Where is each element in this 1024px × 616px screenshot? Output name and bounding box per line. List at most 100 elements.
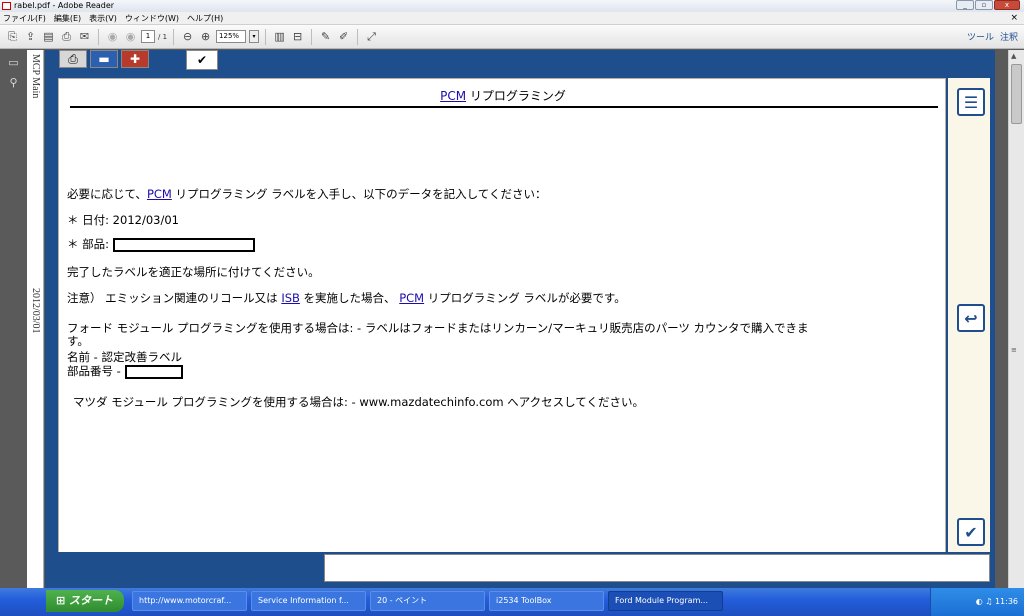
tab-checklist-icon[interactable]: ✔	[186, 50, 218, 70]
document-status-box	[324, 554, 990, 582]
save-icon[interactable]: ▤	[41, 29, 56, 44]
toolbar-divider	[265, 28, 267, 45]
menu-bar: ファイル(F) 編集(E) 表示(V) ウィンドウ(W) ヘルプ(H) ×	[0, 12, 1024, 25]
clock: 11:36	[994, 597, 1018, 606]
pages-panel-icon[interactable]: ▭	[6, 56, 22, 70]
minimize-button[interactable]: _	[956, 0, 974, 10]
zoom-dropdown-icon[interactable]: ▾	[249, 30, 260, 43]
scroll-up-icon[interactable]: ▲	[1011, 52, 1016, 60]
zoom-out-icon[interactable]: ⊖	[180, 29, 195, 44]
instruction-text: 必要に応じて、	[67, 187, 147, 201]
ford-programming-line-cont: す。	[67, 334, 89, 348]
instruction-text-rest: リプログラミング ラベルを入手し、以下のデータを記入してください：	[171, 187, 547, 201]
date-line: ＊ 日付: 2012/03/01	[67, 213, 179, 227]
confirm-check-icon[interactable]: ✔	[957, 518, 985, 546]
note-text: 注意） エミッション関連のリコール又は	[67, 291, 282, 305]
vertical-scrollbar[interactable]: ▲ ≡	[1008, 50, 1024, 588]
windows-logo-icon: ⊞	[56, 594, 70, 607]
start-button[interactable]: ⊞ スタート	[46, 590, 124, 612]
pcm-link-2[interactable]: PCM	[399, 291, 424, 305]
create-pdf-icon[interactable]: ⎘	[5, 29, 20, 44]
back-return-icon[interactable]: ↩	[957, 304, 985, 332]
adobe-reader-icon	[2, 2, 11, 10]
name-line: 名前 - 認定改善ラベル	[67, 350, 182, 364]
menu-edit[interactable]: 編集(E)	[54, 12, 81, 24]
window-controls: _ ▫ x	[956, 0, 1020, 10]
toolbar-divider	[98, 28, 99, 45]
note-text-rest: リプログラミング ラベルが必要です。	[424, 291, 626, 305]
tab-tools-icon[interactable]: ✚	[121, 50, 149, 68]
note-line: 注意） エミッション関連のリコール又は ISB を実施した場合、 PCM リプロ…	[67, 291, 626, 305]
export-icon[interactable]: ⇪	[23, 29, 38, 44]
print-icon[interactable]: ⎙	[59, 29, 74, 44]
tools-link[interactable]: ツール	[967, 30, 994, 43]
tab-printer-icon[interactable]: ⎙	[59, 50, 87, 68]
mazda-programming-line: マツダ モジュール プログラミングを使用する場合は: - www.mazdate…	[73, 395, 644, 409]
email-icon[interactable]: ✉	[77, 29, 92, 44]
window-title: rabel.pdf - Adobe Reader	[14, 1, 115, 10]
comment-link[interactable]: 注釈	[1000, 30, 1018, 43]
ford-programming-line: フォード モジュール プログラミングを使用する場合は: - ラベルはフォードまた…	[67, 321, 809, 335]
page-number-input[interactable]: 1	[141, 30, 155, 43]
restore-button[interactable]: ▫	[975, 0, 993, 10]
redacted-part-number	[124, 364, 183, 379]
instruction-line: 必要に応じて、PCM リプログラミング ラベルを入手し、以下のデータを記入してく…	[67, 187, 546, 201]
window-titlebar: rabel.pdf - Adobe Reader _ ▫ x	[0, 0, 1024, 12]
part-number-line: 部品番号 -	[67, 364, 183, 379]
next-page-icon[interactable]: ◉	[123, 29, 138, 44]
part-number-label: 部品番号 -	[67, 364, 121, 378]
toolbar: ⎘ ⇪ ▤ ⎙ ✉ ◉ ◉ 1 / 1 ⊖ ⊕ 125% ▾ ▥ ⊟ ✎ ✐ ⤢…	[0, 25, 1024, 49]
system-tray: ◐ ♫ 11:36	[930, 588, 1024, 616]
scroll-grip-icon: ≡	[1011, 346, 1017, 354]
menu-view[interactable]: 表示(V)	[89, 12, 117, 24]
note-text-mid: を実施した場合、	[299, 291, 400, 305]
menu-help[interactable]: ヘルプ(H)	[187, 12, 223, 24]
task-paint[interactable]: 20 - ペイント	[370, 591, 485, 611]
task-j2534-toolbox[interactable]: i2534 ToolBox	[489, 591, 604, 611]
margin-title: MCP Main	[30, 54, 41, 99]
navigation-pane: ▭ ⚲	[0, 50, 27, 588]
zoom-input[interactable]: 125%	[216, 30, 247, 43]
menu-file[interactable]: ファイル(F)	[3, 12, 46, 24]
fullscreen-icon[interactable]: ⤢	[364, 29, 379, 44]
tab-vehicle-icon[interactable]: ▬	[90, 50, 118, 68]
document-close-button[interactable]: ×	[1010, 12, 1018, 25]
title-rule	[70, 106, 938, 108]
title-text: リプログラミング	[466, 89, 566, 103]
part-label: ＊ 部品:	[67, 237, 110, 251]
isb-link[interactable]: ISB	[281, 291, 300, 305]
document-content: PCM リプログラミング 必要に応じて、PCM リプログラミング ラベルを入手し…	[58, 78, 946, 554]
toolbar-right-links: ツール 注釈	[967, 30, 1018, 43]
start-label: スタート	[69, 594, 114, 607]
zoom-in-icon[interactable]: ⊕	[198, 29, 213, 44]
page-total: / 1	[158, 32, 168, 41]
taskbar-tasks: http://www.motorcraf... Service Informat…	[132, 591, 723, 611]
pcm-link[interactable]: PCM	[147, 187, 172, 201]
task-service-info[interactable]: Service Information f...	[251, 591, 366, 611]
toolbar-divider	[173, 28, 175, 45]
page-title: PCM リプログラミング	[59, 87, 947, 104]
close-button[interactable]: x	[994, 0, 1020, 10]
margin-date: 2012/03/01	[30, 288, 41, 334]
task-ie-motorcraft[interactable]: http://www.motorcraf...	[132, 591, 247, 611]
fit-page-icon[interactable]: ▥	[272, 29, 287, 44]
attach-label-line: 完了したラベルを適正な場所に付けてください。	[67, 265, 320, 279]
document-tab-strip: ⎙ ▬ ✚ ✔	[59, 50, 219, 70]
redacted-part-field	[112, 237, 255, 252]
menu-window[interactable]: ウィンドウ(W)	[125, 12, 179, 24]
fit-width-icon[interactable]: ⊟	[290, 29, 305, 44]
comment-icon[interactable]: ✎	[318, 29, 333, 44]
attachments-icon[interactable]: ⚲	[6, 76, 22, 90]
scrollbar-thumb[interactable]	[1011, 64, 1022, 124]
side-button-panel: ☰ ↩ ✔	[948, 78, 990, 554]
pcm-title-link[interactable]: PCM	[440, 89, 466, 103]
previous-page-icon[interactable]: ◉	[105, 29, 120, 44]
toolbar-divider	[357, 28, 359, 45]
list-menu-icon[interactable]: ☰	[957, 88, 985, 116]
tray-icons[interactable]: ◐ ♫	[976, 597, 995, 606]
part-line: ＊ 部品:	[67, 237, 255, 252]
task-ford-module-program[interactable]: Ford Module Program...	[608, 591, 723, 611]
toolbar-divider	[311, 28, 313, 45]
page-margin-bar: MCP Main 2012/03/01	[27, 50, 44, 588]
highlight-icon[interactable]: ✐	[336, 29, 351, 44]
